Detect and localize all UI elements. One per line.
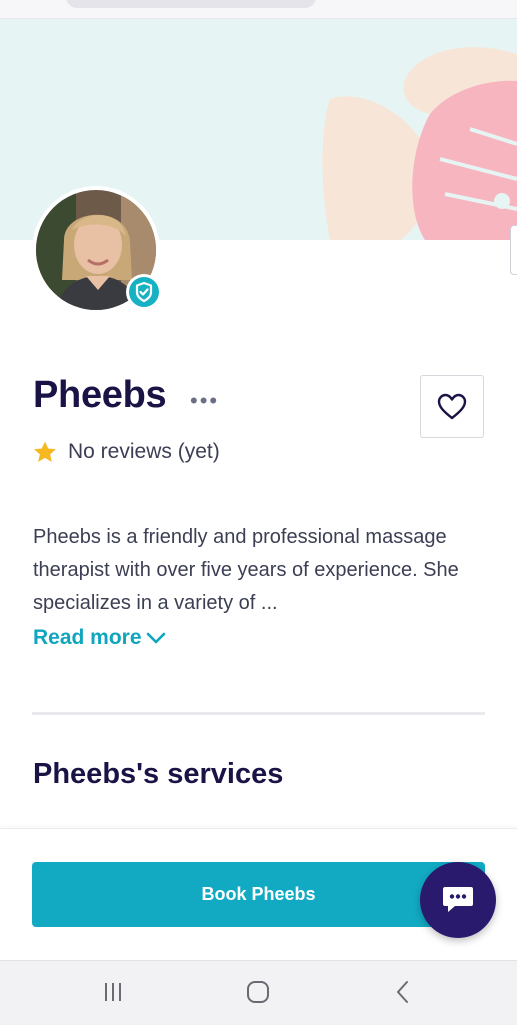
read-more-link[interactable]: Read more [33,626,166,650]
chevron-down-icon [146,632,165,644]
home-icon [247,981,269,1003]
back-button[interactable] [383,975,423,1009]
profile-bio: Pheebs is a friendly and professional ma… [33,526,459,614]
back-icon [397,981,408,1003]
read-more-label: Read more [33,626,142,649]
star-icon [34,441,56,462]
verified-badge [126,274,162,310]
recents-button[interactable] [93,975,133,1009]
heart-outline-icon [437,393,467,419]
rating-summary: No reviews (yet) [32,437,220,467]
recents-icon [105,983,121,1001]
book-button[interactable]: Book Pheebs [32,862,485,927]
chat-bubble-icon [443,887,473,912]
home-button[interactable] [238,975,278,1009]
scroll-handle[interactable] [510,225,517,275]
favorite-button[interactable] [420,375,484,438]
address-bar[interactable] [66,0,316,8]
browser-top-bar [0,0,517,19]
system-nav-bar [0,960,517,1025]
more-options-button[interactable]: ••• [190,386,219,416]
profile-name: Pheebs [33,374,167,416]
chat-button[interactable] [420,862,496,938]
rating-text: No reviews (yet) [68,440,220,463]
services-heading: Pheebs's services [33,758,284,790]
section-divider [32,712,485,715]
shield-check-icon [135,281,153,303]
